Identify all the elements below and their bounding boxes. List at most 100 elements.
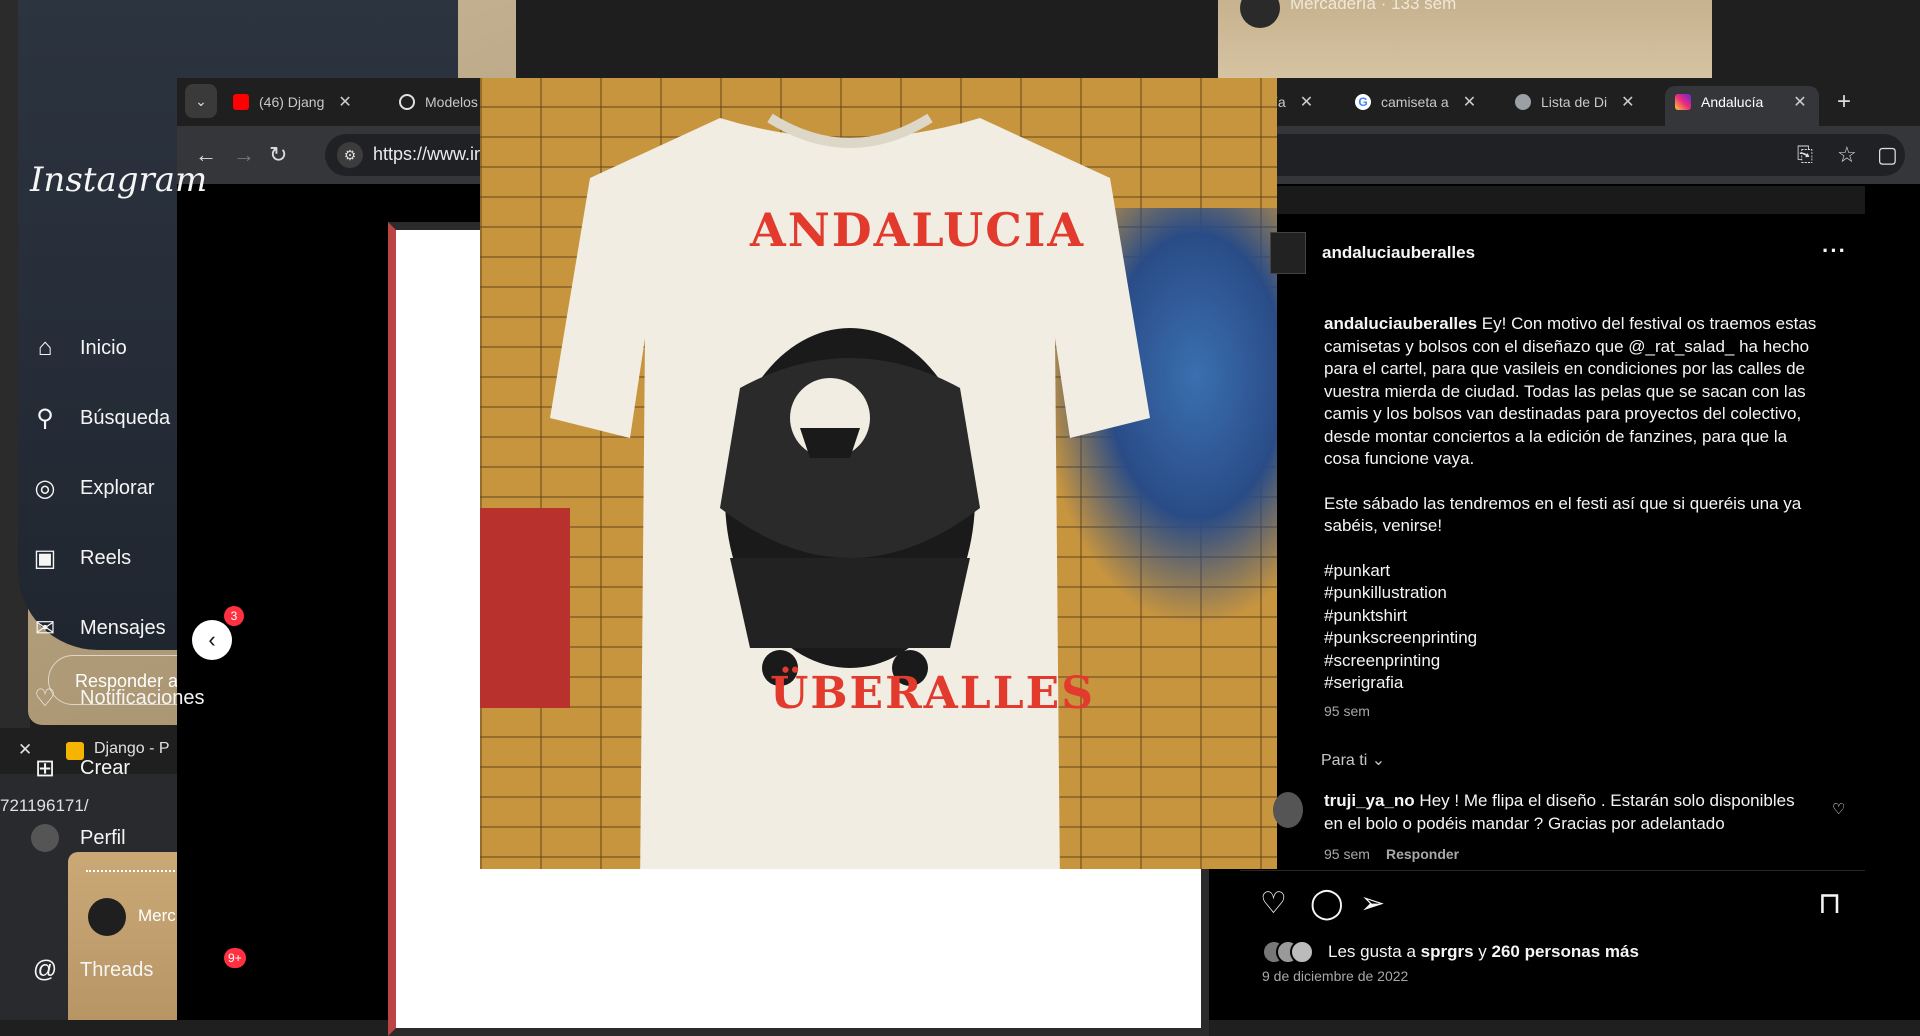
likes-count[interactable]: 260 personas más: [1492, 942, 1639, 961]
reels-icon: ▣: [33, 544, 57, 572]
comment-timestamp: 95 sem: [1324, 846, 1370, 862]
tab-label: Modelos: [425, 94, 478, 110]
forward-icon[interactable]: →: [233, 142, 255, 168]
post-author-avatar[interactable]: [1270, 232, 1306, 274]
tab-youtube[interactable]: (46) Djang ✕: [233, 86, 352, 118]
globe-icon: [1515, 94, 1531, 110]
likes-user[interactable]: sprgrs: [1421, 942, 1474, 961]
openai-icon: [399, 94, 415, 110]
nav-reels[interactable]: ▣ Reels: [30, 543, 131, 573]
threads-icon: @: [32, 956, 58, 983]
tab-lista[interactable]: Lista de Di ✕: [1515, 86, 1635, 118]
comment-reply-button[interactable]: Responder: [1386, 846, 1459, 862]
threads-badge: 9+: [224, 948, 246, 968]
tab-chatgpt[interactable]: Modelos: [399, 86, 478, 118]
close-icon[interactable]: ✕: [338, 92, 351, 112]
caption-username[interactable]: andaluciauberalles: [1324, 314, 1477, 333]
nav-busqueda[interactable]: ⚲ Búsqueda: [30, 403, 170, 433]
nav-label: Perfil: [80, 826, 126, 849]
plus-square-icon: ⊞: [34, 754, 56, 782]
close-icon[interactable]: ✕: [1463, 92, 1476, 112]
comment-filter-dropdown[interactable]: Para ti ⌄: [1321, 750, 1385, 770]
nav-label: Explorar: [80, 476, 155, 499]
nav-label: Notificaciones: [80, 686, 205, 709]
nav-inicio[interactable]: ⌂ Inicio: [30, 333, 127, 363]
chevron-down-icon: ⌄: [1371, 752, 1386, 769]
comment-icon[interactable]: ◯: [1310, 886, 1344, 921]
hashtag[interactable]: #punkscreenprinting: [1324, 627, 1824, 650]
nav-label: Inicio: [80, 336, 127, 359]
close-icon[interactable]: ✕: [1300, 92, 1313, 112]
extensions-icon[interactable]: ▢: [1877, 142, 1898, 168]
nav-perfil[interactable]: Perfil: [30, 823, 126, 853]
url-text[interactable]: https://www.in: [373, 144, 484, 165]
save-bookmark-icon[interactable]: ⊓: [1818, 886, 1841, 921]
background-photo-bottom: [68, 852, 188, 1020]
tab-label: (46) Djang: [259, 94, 325, 110]
nav-mensajes[interactable]: ✉ Mensajes: [30, 613, 166, 643]
close-icon[interactable]: ✕: [1793, 92, 1806, 112]
dropdown-label: Para ti: [1321, 752, 1368, 769]
hashtag[interactable]: #punkillustration: [1324, 582, 1824, 605]
messages-badge: 3: [224, 606, 244, 626]
nav-explorar[interactable]: ◎ Explorar: [30, 473, 155, 503]
instagram-sidebar: [177, 184, 387, 1020]
post-image[interactable]: ANDALUCIA ÜBERALLES: [480, 78, 1277, 869]
star-icon[interactable]: ☆: [1837, 142, 1857, 168]
post-date: 9 de diciembre de 2022: [1262, 968, 1409, 984]
background-progress: [86, 870, 186, 872]
share-icon[interactable]: ➢: [1360, 886, 1385, 921]
nav-threads[interactable]: @ Threads: [30, 955, 154, 985]
close-icon[interactable]: ✕: [1621, 92, 1634, 112]
hashtag[interactable]: #serigrafia: [1324, 672, 1824, 695]
search-icon: ⚲: [36, 404, 54, 432]
caption-timestamp: 95 sem: [1324, 703, 1370, 719]
hashtag[interactable]: #screenprinting: [1324, 650, 1824, 673]
comment-like-icon[interactable]: ♡: [1832, 800, 1845, 818]
reload-icon[interactable]: ↻: [269, 142, 287, 168]
home-icon: ⌂: [37, 334, 53, 361]
more-options-icon[interactable]: ···: [1822, 238, 1847, 264]
divider: [1240, 870, 1865, 871]
background-story-name: Mercadería · 133 sem: [1290, 0, 1457, 13]
caption-text: Ey! Con motivo del festival os traemos e…: [1324, 314, 1817, 468]
image-strip: [1277, 186, 1865, 216]
nav-notificaciones[interactable]: ♡ Notificaciones: [30, 683, 205, 713]
heart-icon: ♡: [34, 684, 56, 712]
background-url[interactable]: 721196171/: [0, 796, 89, 816]
caption-text-2: Este sábado las tendremos en el festi as…: [1324, 493, 1802, 536]
hashtag[interactable]: #punkart: [1324, 560, 1824, 583]
nav-label: Reels: [80, 546, 132, 569]
avatar: [1290, 940, 1314, 964]
nav-label: Mensajes: [80, 616, 166, 639]
likes-mid: y: [1473, 942, 1492, 961]
hashtag[interactable]: #punktshirt: [1324, 605, 1824, 628]
site-info-icon[interactable]: ⚙: [337, 142, 363, 168]
background-window: [516, 0, 1216, 80]
install-app-icon[interactable]: ⎘: [1797, 144, 1813, 167]
post-caption: andaluciauberalles Ey! Con motivo del fe…: [1324, 313, 1824, 695]
tab-google[interactable]: G camiseta a ✕: [1355, 86, 1476, 118]
tab-label: Lista de Di: [1541, 94, 1608, 110]
tab-label: camiseta a: [1381, 94, 1449, 110]
tab-label: Andalucía: [1701, 94, 1764, 110]
nav-crear[interactable]: ⊞ Crear: [30, 753, 130, 783]
shirt-print-bottom: ÜBERALLES: [770, 668, 1095, 719]
previous-post-button[interactable]: ‹: [192, 620, 232, 660]
tab-instagram[interactable]: Andalucía ✕: [1675, 86, 1807, 118]
nav-label: Búsqueda: [80, 406, 171, 429]
shirt-print-top: ANDALUCIA: [750, 203, 1086, 257]
instagram-logo[interactable]: Instagram: [30, 160, 207, 200]
likes-summary[interactable]: Les gusta a sprgrs y 260 personas más: [1328, 942, 1639, 962]
like-icon[interactable]: ♡: [1260, 886, 1287, 921]
avatar: [30, 823, 60, 853]
nav-label: Crear: [80, 756, 131, 779]
likes-avatars: [1262, 940, 1316, 964]
new-tab-button[interactable]: +: [1837, 88, 1851, 116]
post-author-username[interactable]: andaluciauberalles: [1322, 243, 1475, 263]
tab-search-button[interactable]: ⌄: [185, 84, 217, 118]
comment-username[interactable]: truji_ya_no: [1324, 791, 1415, 810]
instagram-icon: [1675, 94, 1691, 110]
background-name-bottom: Merc: [138, 906, 176, 925]
comment-avatar[interactable]: [1273, 792, 1303, 828]
